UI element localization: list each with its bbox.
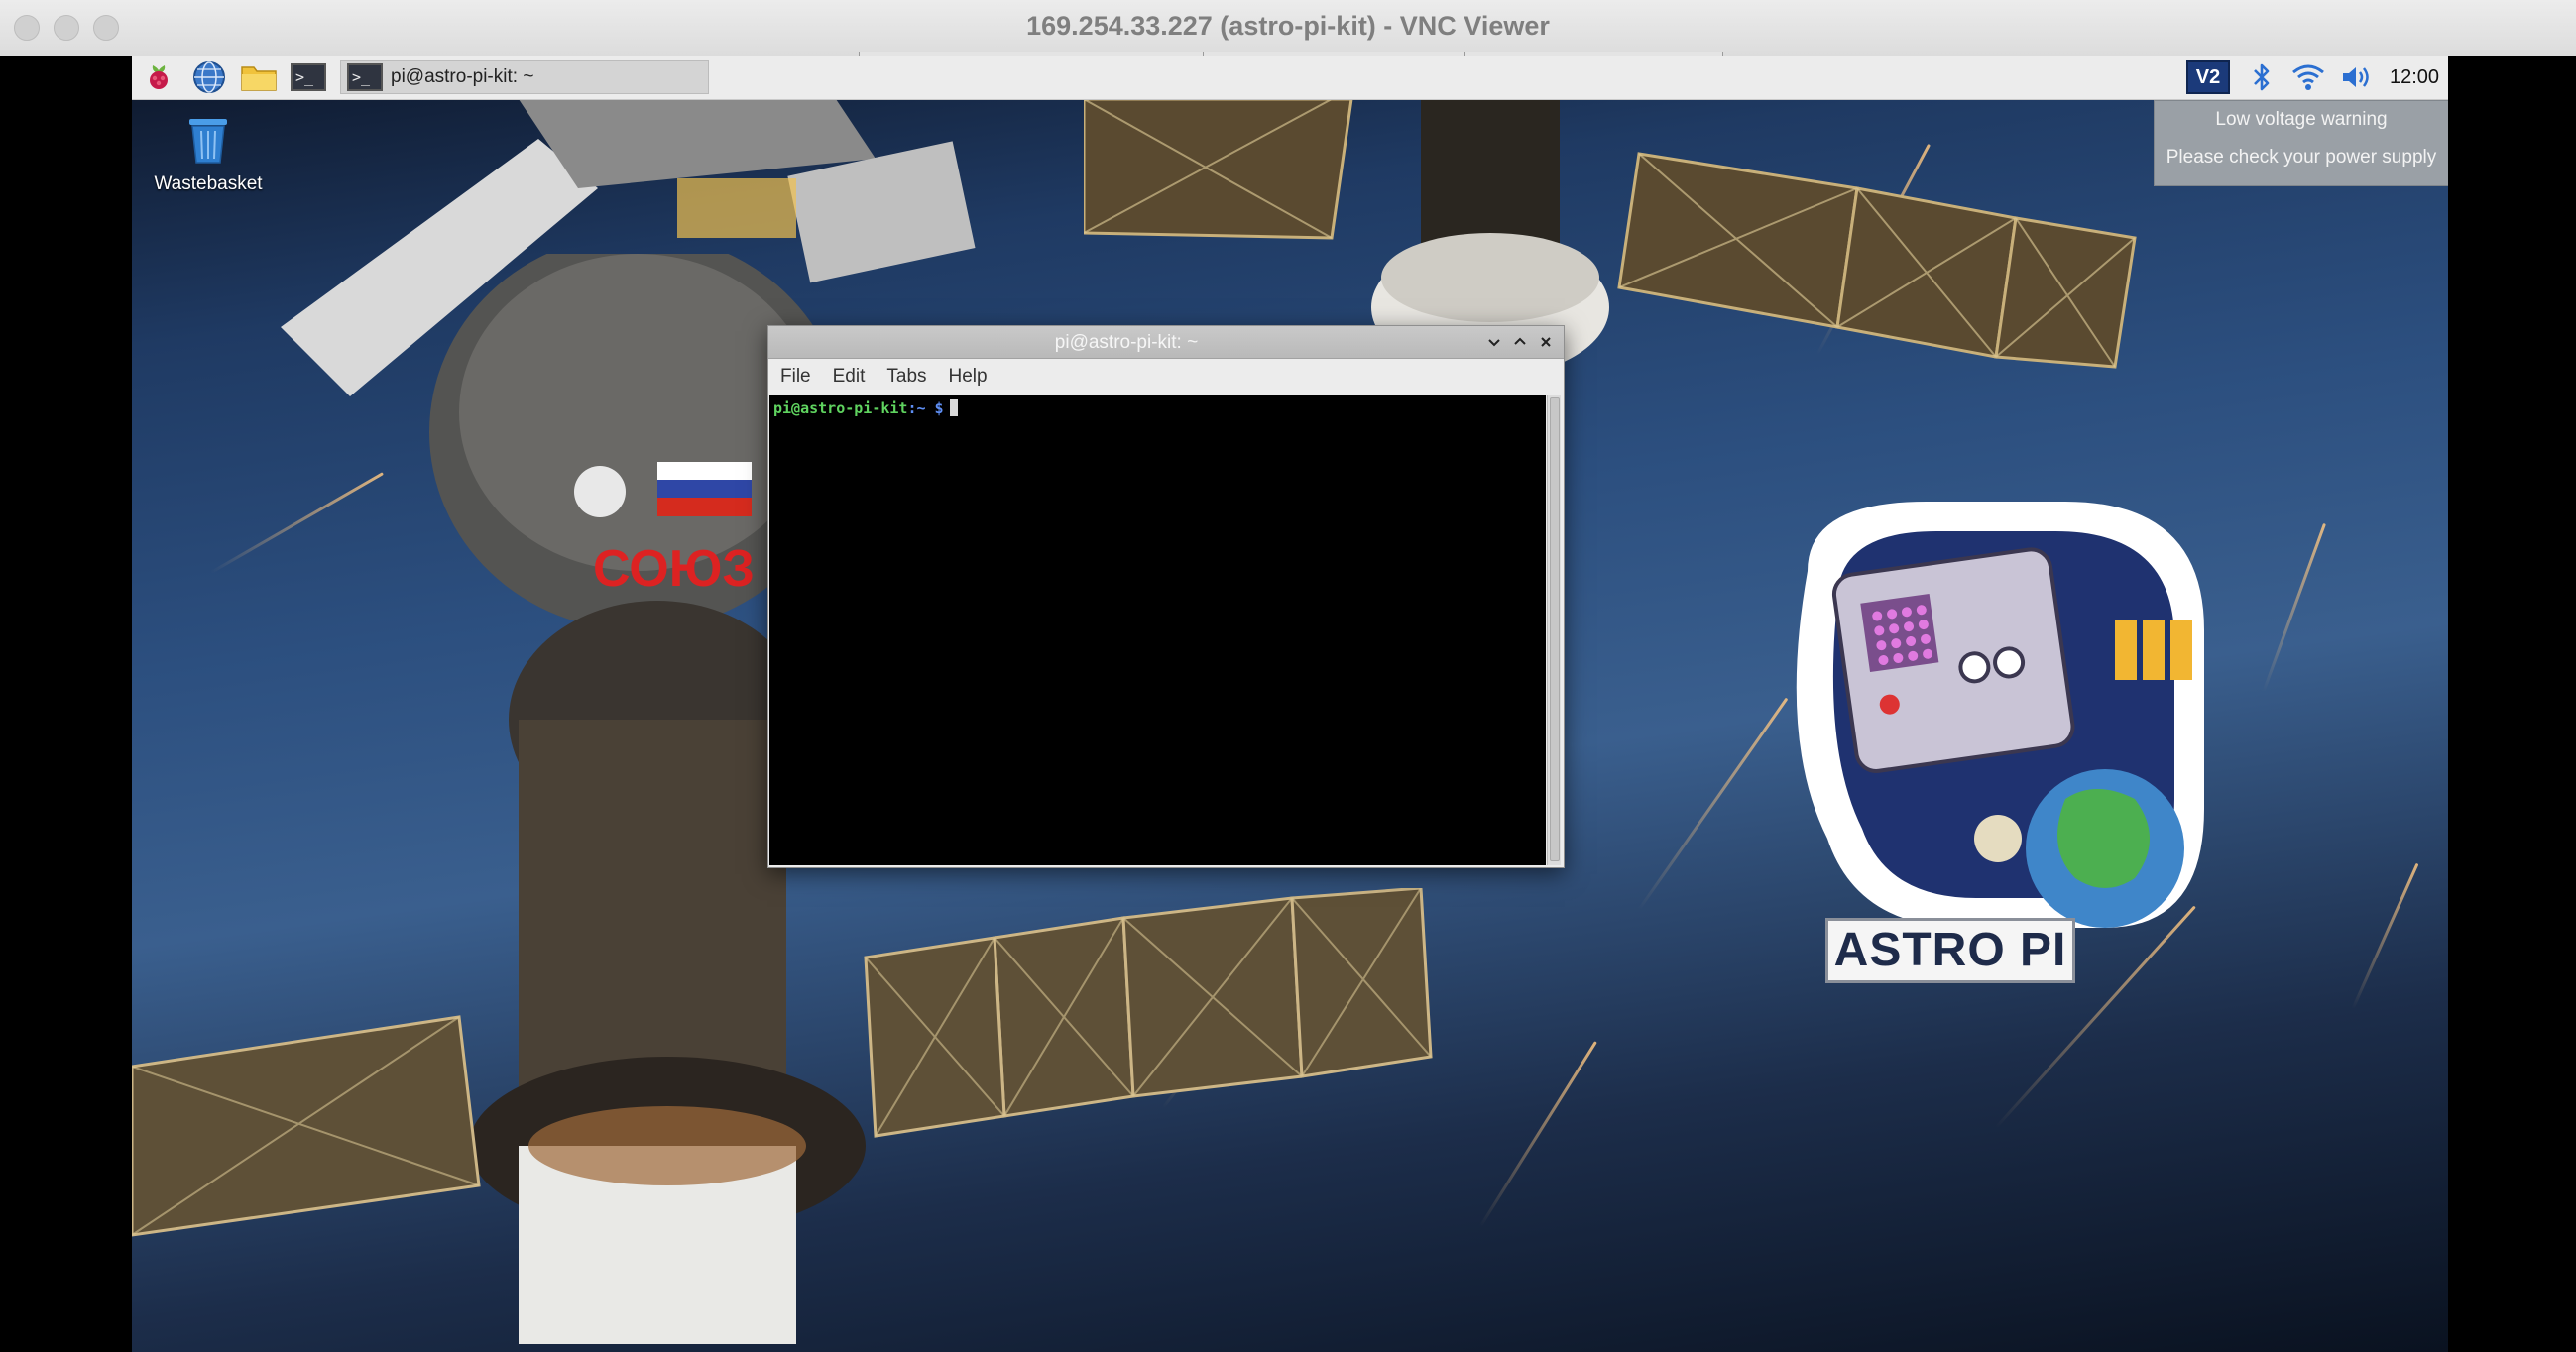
trash-icon bbox=[181, 113, 235, 171]
close-button[interactable] bbox=[1534, 330, 1558, 354]
scrollbar-thumb[interactable] bbox=[1550, 397, 1560, 861]
menu-edit[interactable]: Edit bbox=[821, 366, 876, 388]
panel-clock[interactable]: 12:00 bbox=[2385, 60, 2444, 94]
prompt-path: :~ $ bbox=[907, 399, 944, 417]
bluetooth-icon[interactable] bbox=[2244, 60, 2280, 94]
low-voltage-notification[interactable]: Low voltage warning Please check your po… bbox=[2154, 100, 2448, 186]
notification-body: Please check your power supply bbox=[2166, 147, 2437, 168]
taskbar-panel: >_ >_ pi@astro-pi-kit: ~ V2 12:00 bbox=[132, 56, 2448, 100]
terminal-menubar: File Edit Tabs Help bbox=[768, 359, 1564, 394]
notification-title: Low voltage warning bbox=[2215, 109, 2388, 130]
terminal-scrollbar[interactable] bbox=[1547, 395, 1561, 865]
web-browser-icon[interactable] bbox=[189, 60, 229, 94]
raspberry-menu-icon[interactable] bbox=[140, 60, 177, 94]
taskbar-window-label: pi@astro-pi-kit: ~ bbox=[391, 66, 534, 87]
soyuz-solar-panels bbox=[132, 888, 1433, 1237]
terminal-icon[interactable]: >_ bbox=[287, 60, 330, 94]
wallpaper-light-streak bbox=[210, 472, 384, 574]
prompt-user: pi@astro-pi-kit bbox=[773, 399, 908, 417]
text-cursor bbox=[949, 399, 958, 416]
menu-help[interactable]: Help bbox=[937, 366, 997, 388]
vnc-viewer-titlebar[interactable]: 169.254.33.227 (astro-pi-kit) - VNC View… bbox=[0, 0, 2576, 56]
menu-tabs[interactable]: Tabs bbox=[875, 366, 936, 388]
desktop-icon-label: Wastebasket bbox=[154, 173, 263, 194]
vnc-server-tray-icon[interactable]: V2 bbox=[2186, 60, 2230, 94]
desktop-icon-wastebasket[interactable]: Wastebasket bbox=[144, 113, 273, 195]
remote-desktop[interactable]: СОЮЗ ASTRO PI >_ >_ pi@astro-pi-kit: ~ V… bbox=[132, 56, 2448, 1352]
menu-file[interactable]: File bbox=[768, 366, 821, 388]
wallpaper-light-streak bbox=[2351, 862, 2419, 1010]
wallpaper-light-streak bbox=[2262, 522, 2326, 693]
wifi-icon[interactable] bbox=[2287, 60, 2329, 94]
terminal-title: pi@astro-pi-kit: ~ bbox=[1054, 332, 1199, 353]
maximize-button[interactable] bbox=[1508, 330, 1532, 354]
volume-icon[interactable] bbox=[2337, 60, 2377, 94]
terminal-screen[interactable]: pi@astro-pi-kit:~ $ bbox=[769, 395, 1546, 865]
minimize-button[interactable] bbox=[1482, 330, 1506, 354]
file-manager-icon[interactable] bbox=[237, 60, 281, 94]
terminal-window[interactable]: pi@astro-pi-kit: ~ File Edit Tabs Help p… bbox=[767, 325, 1565, 868]
window-title: 169.254.33.227 (astro-pi-kit) - VNC View… bbox=[1026, 11, 1550, 41]
terminal-titlebar[interactable]: pi@astro-pi-kit: ~ bbox=[768, 326, 1564, 359]
terminal-icon: >_ bbox=[347, 63, 383, 91]
soyuz-label: СОЮЗ bbox=[593, 540, 755, 598]
taskbar-window-terminal[interactable]: >_ pi@astro-pi-kit: ~ bbox=[340, 60, 709, 94]
astro-pi-wordmark: ASTRO PI bbox=[1825, 918, 2075, 983]
shell-prompt: pi@astro-pi-kit:~ $ bbox=[773, 399, 958, 417]
